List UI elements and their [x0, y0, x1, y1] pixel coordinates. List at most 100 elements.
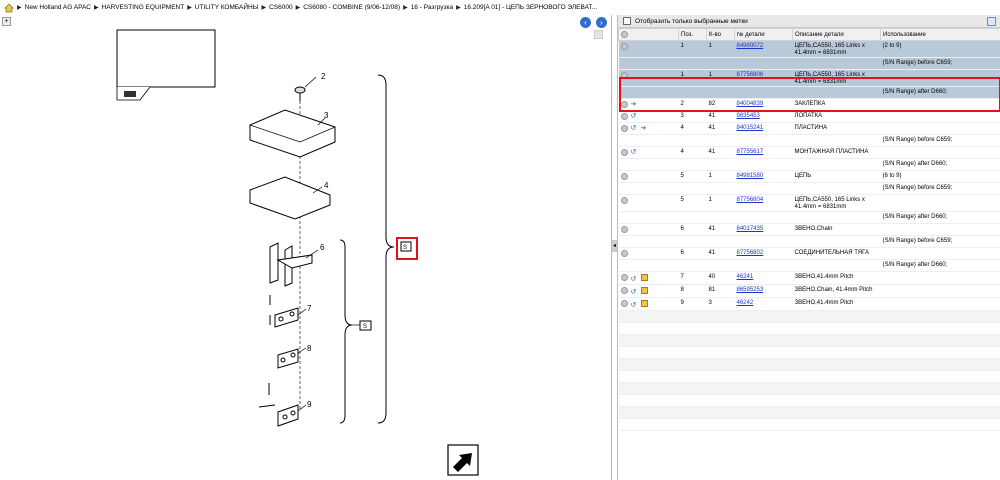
- part-number-link[interactable]: 84017435: [737, 226, 764, 232]
- breadcrumb-item[interactable]: UTILITY КОМБАЙНЫ: [195, 4, 259, 11]
- row-pos: [678, 134, 707, 147]
- part-number-link[interactable]: 84980072: [737, 43, 764, 49]
- row-icons[interactable]: ↺ ➜: [618, 122, 679, 135]
- row-icons[interactable]: ↺: [618, 297, 679, 311]
- table-row[interactable]: (S/N Range) before C659;: [618, 182, 1000, 195]
- table-row[interactable]: 6 41 84017435 ЗВЕНО,Chain: [618, 223, 1000, 236]
- table-row[interactable]: ↺ 8 81 86595253 ЗВЕНО,Chain, 41.4mm Pitch: [618, 284, 1000, 298]
- row-icons[interactable]: [618, 170, 679, 183]
- row-usage: (2 to 9): [880, 40, 1000, 58]
- col-part-number[interactable]: № детали: [734, 28, 793, 41]
- row-icons[interactable]: [618, 259, 679, 272]
- export-button[interactable]: [987, 16, 996, 26]
- table-row[interactable]: ↺ 4 41 87755617 МОНТАЖНАЯ ПЛАСТИНА: [618, 146, 1000, 159]
- part-number-link[interactable]: 46242: [737, 300, 754, 306]
- table-row[interactable]: (S/N Range) after D660;: [618, 158, 1000, 171]
- row-part-number: [734, 259, 793, 272]
- row-icons[interactable]: [618, 40, 679, 58]
- arrow-right-icon: ▶: [403, 5, 408, 11]
- table-row[interactable]: ↺ 3 41 9835453 ЛОПАТКА: [618, 110, 1000, 123]
- row-icons[interactable]: [618, 194, 679, 212]
- col-pos[interactable]: Поз.: [678, 28, 707, 41]
- select-radio-icon[interactable]: [620, 250, 628, 257]
- breadcrumb-item[interactable]: HARVESTING EQUIPMENT: [102, 4, 185, 11]
- col-qty[interactable]: К-во: [706, 28, 735, 41]
- row-usage: (S/N Range) before C659;: [880, 235, 1000, 248]
- replace-icon: ↺: [630, 289, 637, 296]
- select-radio-icon[interactable]: [620, 197, 628, 204]
- part-number-link[interactable]: 9835453: [737, 113, 760, 119]
- table-row[interactable]: ↺ ➜ 4 41 84015241 ПЛАСТИНА: [618, 122, 1000, 135]
- row-icons[interactable]: ↺: [618, 110, 679, 123]
- row-qty: 1: [706, 40, 735, 58]
- part-number-link[interactable]: 86595253: [737, 287, 764, 293]
- col-description[interactable]: Описание детали: [792, 28, 881, 41]
- row-description: [792, 259, 881, 272]
- row-usage: [880, 271, 1000, 285]
- select-radio-icon[interactable]: [620, 113, 628, 120]
- select-radio-icon[interactable]: [620, 274, 628, 281]
- select-radio-icon[interactable]: [620, 226, 628, 233]
- select-radio-icon[interactable]: [620, 287, 628, 294]
- row-icons[interactable]: [618, 247, 679, 260]
- part-number-link[interactable]: 46241: [737, 274, 754, 280]
- col-usage[interactable]: Использование: [880, 28, 1000, 41]
- selected-row-highlight: [619, 77, 1000, 112]
- row-icons[interactable]: [618, 134, 679, 147]
- breadcrumb-item[interactable]: CS6080 - COMBINE (9/06-12/08): [303, 4, 400, 11]
- row-qty: 3: [706, 297, 735, 311]
- table-row[interactable]: (S/N Range) before C659;: [618, 134, 1000, 147]
- breadcrumb-item[interactable]: 16 - Разгрузка: [411, 4, 453, 11]
- select-radio-icon[interactable]: [620, 43, 628, 50]
- row-icons[interactable]: [618, 235, 679, 248]
- row-icons[interactable]: [618, 158, 679, 171]
- table-row[interactable]: ↺ 7 40 46241 ЗВЕНО,41.4mm Pitch: [618, 271, 1000, 285]
- empty-row: [618, 346, 1000, 359]
- table-row[interactable]: (S/N Range) before C659;: [618, 57, 1000, 70]
- show-selected-checkbox[interactable]: [623, 17, 631, 25]
- breadcrumb-item[interactable]: CS6000: [269, 4, 293, 11]
- row-icons[interactable]: ↺: [618, 146, 679, 159]
- part-number-link[interactable]: 84015241: [737, 125, 764, 131]
- table-row[interactable]: (S/N Range) before C659;: [618, 235, 1000, 248]
- table-row[interactable]: ↺ 9 3 46242 ЗВЕНО,41.4mm Pitch: [618, 297, 1000, 311]
- row-usage: [880, 223, 1000, 236]
- row-usage: (S/N Range) after D660;: [880, 158, 1000, 171]
- row-icons[interactable]: ↺: [618, 284, 679, 298]
- table-row[interactable]: (S/N Range) after D660;: [618, 211, 1000, 224]
- part-number-link[interactable]: 87756804: [737, 197, 764, 203]
- row-icons[interactable]: [618, 57, 679, 70]
- row-description: ЗВЕНО,Chain, 41.4mm Pitch: [792, 284, 881, 298]
- row-qty: [706, 134, 735, 147]
- row-usage: [880, 247, 1000, 260]
- part-number-link[interactable]: 84981580: [737, 173, 764, 179]
- parts-list-pane: Отобразить только выбранные метки Поз. К…: [617, 15, 1000, 480]
- row-description: СОЕДИНИТЕЛЬНАЯ ТЯГА: [792, 247, 881, 260]
- row-part-number: [734, 134, 793, 147]
- breadcrumb-item[interactable]: New Holland AG APAC: [25, 4, 91, 11]
- select-radio-icon[interactable]: [620, 125, 628, 132]
- table-row[interactable]: 6 41 87756802 СОЕДИНИТЕЛЬНАЯ ТЯГА: [618, 247, 1000, 260]
- row-part-number: [734, 235, 793, 248]
- row-icons[interactable]: [618, 211, 679, 224]
- row-description: ЦЕПЬ,CA550, 165 Links x 41.4mm = 6831mm: [792, 40, 881, 58]
- row-icons[interactable]: ↺: [618, 271, 679, 285]
- part-number-link[interactable]: 87755617: [737, 149, 764, 155]
- row-icons[interactable]: [618, 182, 679, 195]
- table-row[interactable]: (S/N Range) after D660;: [618, 259, 1000, 272]
- col-select[interactable]: [618, 28, 679, 41]
- empty-row: [618, 358, 1000, 371]
- table-row[interactable]: 5 1 84981580 ЦЕПЬ (6 to 9): [618, 170, 1000, 183]
- row-pos: 5: [678, 170, 707, 183]
- select-radio-icon[interactable]: [620, 149, 628, 156]
- parts-diagram: 2 3 4 6 7 8 9 S S: [116, 29, 479, 476]
- row-icons[interactable]: [618, 223, 679, 236]
- row-pos: [678, 182, 707, 195]
- breadcrumb-item[interactable]: 16.209[A 01] - ЦЕПЬ ЗЕРНОВОГО ЭЛЕВАТ...: [464, 4, 597, 11]
- part-number-link[interactable]: 87756802: [737, 250, 764, 256]
- home-icon[interactable]: [4, 3, 14, 13]
- table-row[interactable]: 5 1 87756804 ЦЕПЬ,CA550, 165 Links x 41.4mm…: [618, 194, 1000, 212]
- table-row[interactable]: 1 1 84980072 ЦЕПЬ,CA550, 165 Links x 41.4mm…: [618, 40, 1000, 58]
- select-radio-icon[interactable]: [620, 173, 628, 180]
- select-radio-icon[interactable]: [620, 300, 628, 307]
